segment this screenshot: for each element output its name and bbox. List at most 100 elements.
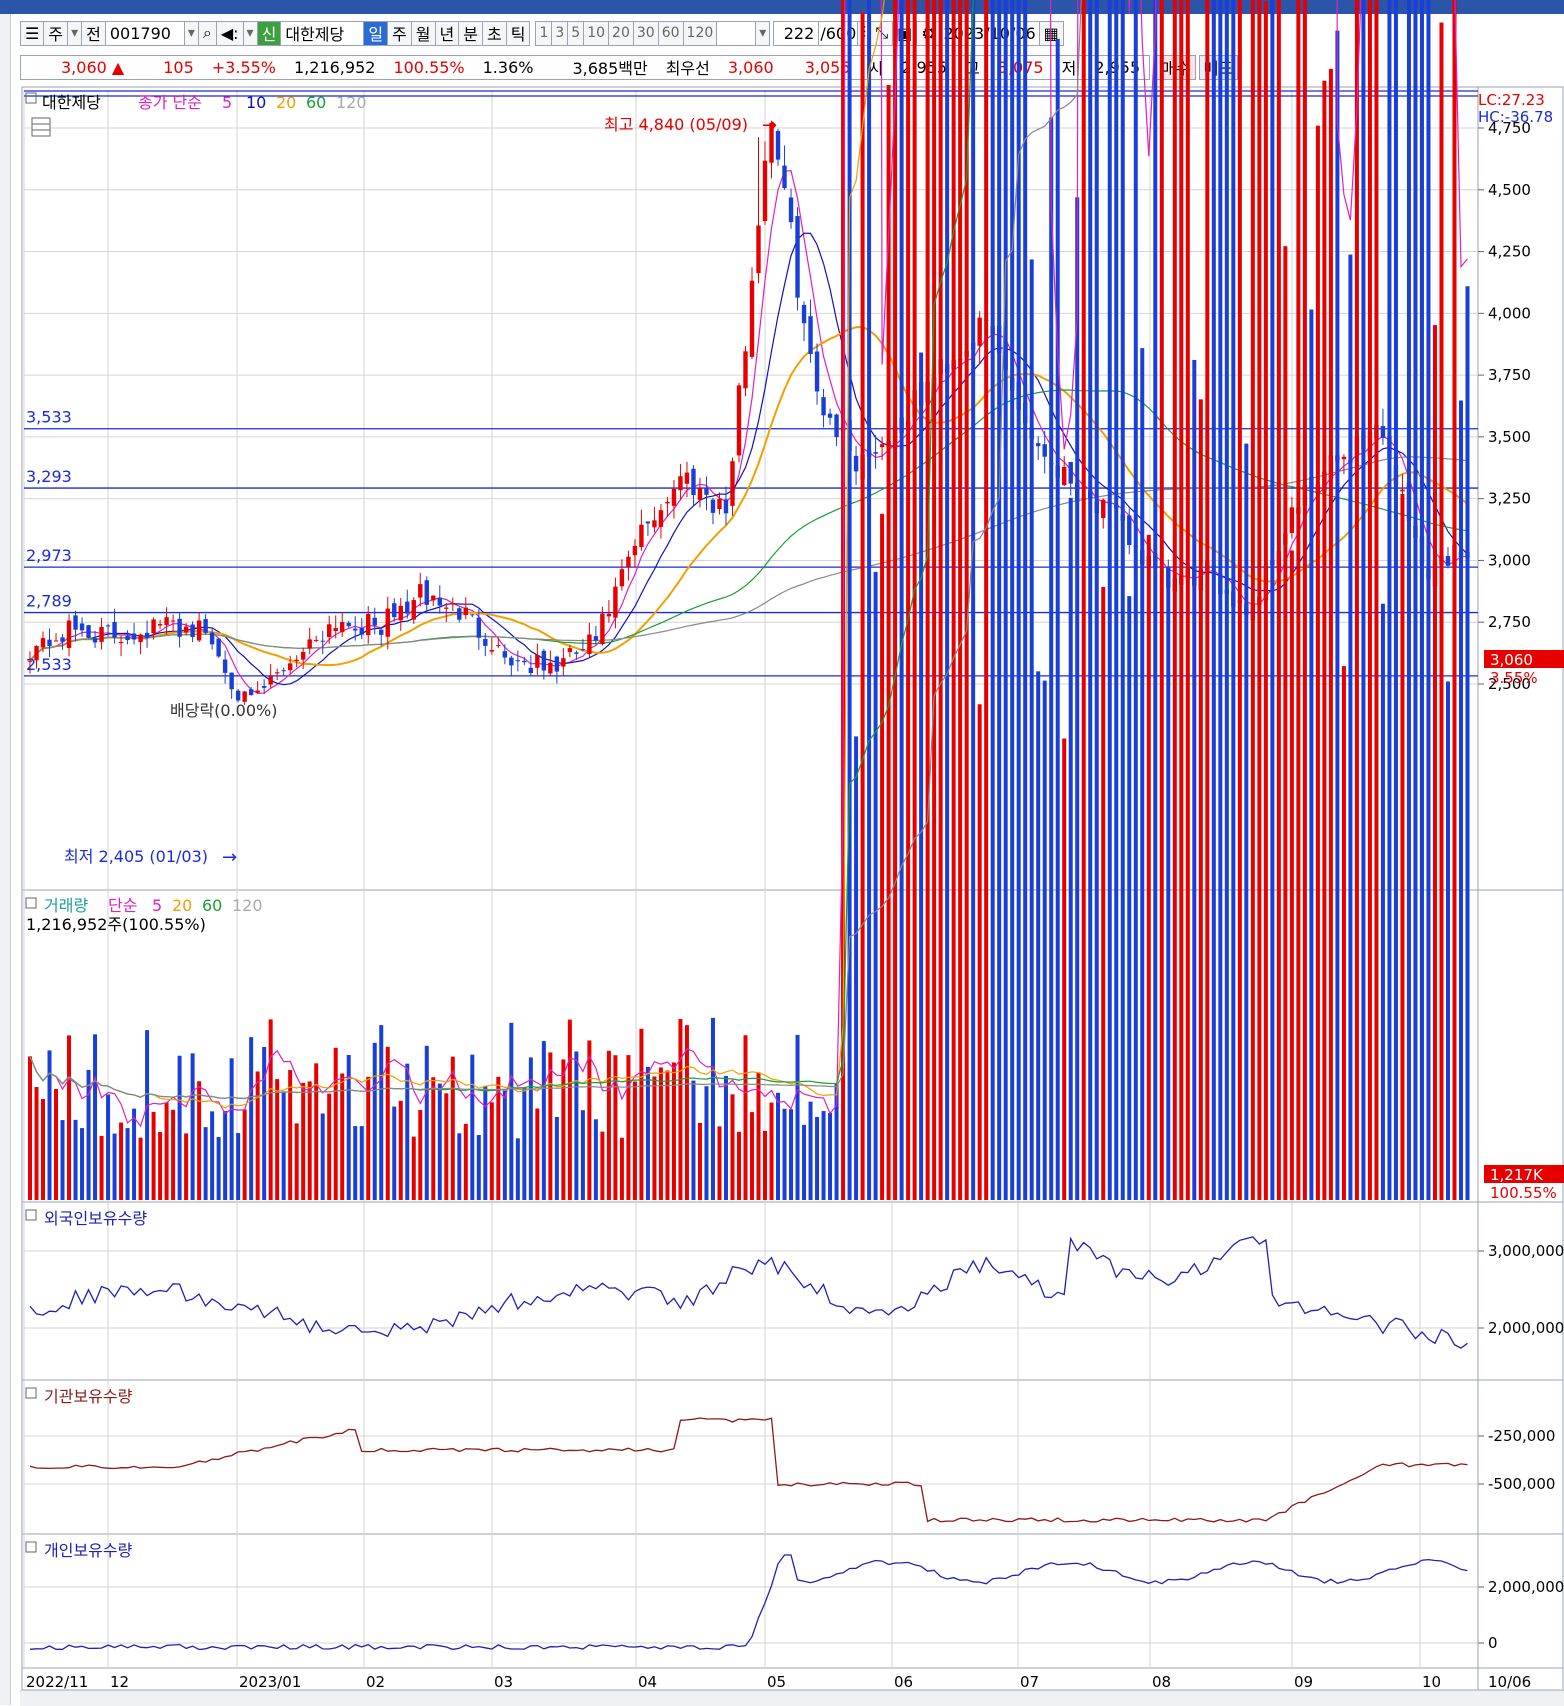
table-icon[interactable] — [31, 117, 51, 137]
volume-bar — [1159, 0, 1164, 1200]
volume-bar — [1185, 0, 1190, 1200]
volume-bar — [1445, 681, 1450, 1200]
candle-body — [671, 488, 677, 506]
panel-toggle-icon[interactable] — [25, 1541, 37, 1553]
candle-body — [320, 640, 325, 642]
volume-bar — [275, 1079, 280, 1200]
candle-body — [593, 636, 599, 641]
candle-body — [418, 584, 423, 598]
candle-body — [463, 607, 469, 616]
panel-toggle-icon[interactable] — [25, 92, 37, 104]
volume-bar — [580, 1110, 585, 1200]
candle-body — [1341, 456, 1347, 460]
candle-body — [717, 499, 722, 510]
volume-bar — [379, 1025, 384, 1200]
legend-ma10: 10 — [246, 93, 266, 112]
candle-body — [561, 658, 566, 667]
stock-chart[interactable]: 대한제당 종가 단순 5 10 20 60 120 LC:27.23 HC:-3… — [0, 0, 1564, 1705]
candle-body — [1062, 466, 1067, 486]
candle-body — [834, 414, 839, 438]
support-line-label: 2,533 — [26, 655, 72, 674]
volume-bar — [606, 1050, 611, 1200]
candle-body — [47, 639, 52, 647]
candle-body — [190, 624, 195, 638]
volume-bar — [444, 1093, 449, 1200]
y-tick-label: 3,000,000 — [1488, 1242, 1564, 1260]
volume-bar — [1075, 197, 1080, 1201]
individual-holding-line — [29, 1554, 1468, 1651]
volume-bar — [320, 1113, 325, 1200]
candle-body — [814, 351, 820, 392]
y-tick-label: 3,750 — [1488, 366, 1531, 384]
volume-bar — [665, 1070, 670, 1200]
volume-bar — [366, 1076, 371, 1200]
volume-bar — [1380, 603, 1385, 1200]
candle-body — [353, 628, 358, 631]
x-axis-label: 02 — [366, 1673, 385, 1691]
volume-bar — [1419, 0, 1424, 1200]
volume-bar — [80, 1128, 85, 1200]
volume-bar — [710, 1017, 715, 1200]
candle-body — [392, 603, 397, 618]
volume-bar — [210, 1111, 215, 1200]
y-tick-label: -250,000 — [1488, 1427, 1555, 1445]
candle-body — [554, 656, 560, 672]
y-tick-label: -500,000 — [1488, 1475, 1555, 1493]
panel-toggle-icon[interactable] — [25, 897, 37, 909]
candle-body — [112, 622, 117, 638]
volume-bar — [743, 1035, 748, 1200]
volume-bar — [1153, 0, 1158, 1200]
candle-body — [743, 351, 748, 389]
candle-body — [229, 672, 234, 690]
panel-toggle-icon[interactable] — [25, 1209, 37, 1221]
volume-bar — [307, 1081, 312, 1200]
volume-bar — [1107, 0, 1112, 1200]
volume-bar — [145, 1030, 150, 1200]
x-axis-label: 04 — [638, 1673, 657, 1691]
x-axis-label: 12 — [110, 1673, 129, 1691]
panel-toggle-icon[interactable] — [25, 1387, 37, 1399]
volume-bar — [294, 1123, 299, 1200]
volume-bar — [1114, 0, 1119, 1201]
candle-body — [639, 524, 644, 548]
price-legend-name: 대한제당 — [42, 93, 101, 112]
candle-body — [398, 605, 403, 621]
candle-body — [144, 632, 150, 638]
candle-body — [411, 600, 416, 620]
volume-bar — [1205, 0, 1210, 1200]
volume-bar — [652, 1076, 657, 1200]
candle-body — [1068, 461, 1073, 484]
individual-legend: 개인보유수량 — [44, 1541, 133, 1560]
legend-ma120: 120 — [336, 93, 367, 112]
volume-bar — [177, 1055, 182, 1200]
candle-body — [274, 672, 280, 674]
candle-body — [535, 654, 540, 668]
y-tick-label: 4,250 — [1488, 243, 1531, 261]
candle-body — [541, 650, 547, 671]
candle-body — [1289, 507, 1295, 534]
candle-body — [567, 648, 573, 653]
volume-bar — [1296, 0, 1301, 1200]
volume-bar — [190, 1053, 195, 1200]
volume-bar — [1289, 550, 1294, 1200]
candle-body — [1101, 499, 1106, 519]
volume-bar — [541, 1041, 546, 1200]
volume-bar — [1023, 0, 1028, 1200]
volume-bar — [1094, 0, 1099, 1200]
candle-body — [476, 617, 482, 638]
candle-body — [1445, 555, 1451, 566]
volume-bar — [645, 1066, 650, 1200]
volume-bar — [1231, 0, 1236, 1200]
volume-bar — [1276, 0, 1281, 1201]
volume-bar — [1361, 0, 1366, 1201]
hline-labels: 3,533 3,293 2,973 2,789 2,533 — [26, 408, 72, 674]
candle-body — [795, 216, 800, 298]
volume-bar — [1062, 738, 1067, 1200]
volume-bar — [1120, 0, 1125, 1200]
volume-bar — [1439, 22, 1444, 1201]
volume-bar — [437, 1083, 442, 1200]
volume-bar — [281, 1091, 286, 1200]
volume-bar — [554, 1116, 559, 1200]
volume-bar — [1237, 0, 1242, 1201]
horizontal-scrollbar[interactable] — [20, 1690, 1564, 1706]
